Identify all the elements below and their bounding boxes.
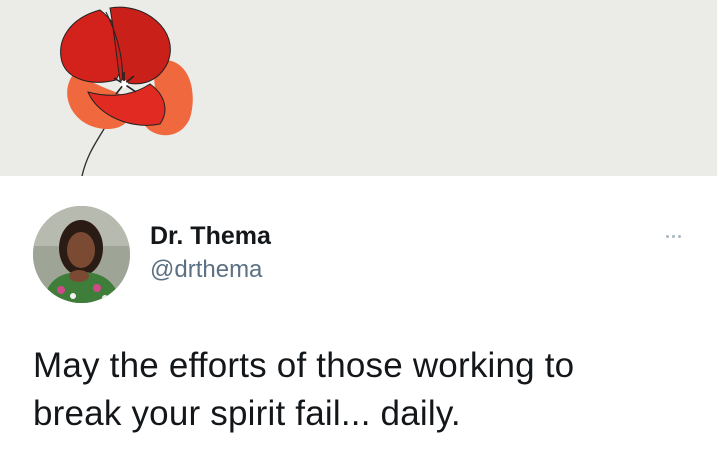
user-handle[interactable]: @drthema: [150, 256, 262, 284]
tweet-card: Dr. Thema @drthema May the efforts of th…: [0, 176, 717, 470]
avatar[interactable]: [33, 206, 130, 303]
ellipsis-icon: [665, 234, 669, 238]
header-banner: [0, 0, 717, 176]
display-name[interactable]: Dr. Thema: [150, 222, 271, 251]
more-options-button[interactable]: [656, 226, 690, 246]
tweet-text-line: break your spirit fail... daily.: [33, 394, 461, 433]
poppy-flower-illustration: [60, 6, 193, 176]
tweet-text-line: May the efforts of those working to: [33, 346, 575, 385]
tweet-text: May the efforts of those working to brea…: [33, 342, 693, 438]
